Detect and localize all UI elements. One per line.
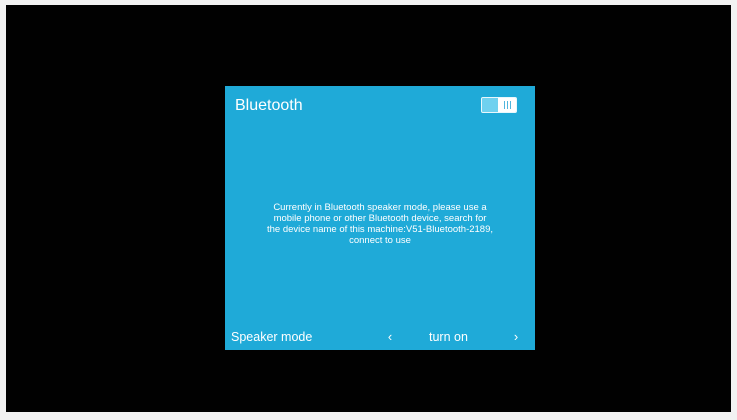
mode-value[interactable]: turn on [429,329,468,345]
bluetooth-dialog: Bluetooth Currently in Bluetooth speaker… [225,86,535,350]
mode-label: Speaker mode [231,330,313,344]
chevron-left-icon[interactable]: ‹ [383,329,397,345]
toggle-track [482,98,498,112]
toggle-knob [498,98,516,112]
message-line: the device name of this machine:V51-Blue… [266,224,494,235]
toggle-grip-line [503,101,505,109]
chevron-right-icon[interactable]: › [509,329,523,345]
mode-selector-row: Speaker mode ‹ turn on › [225,329,535,345]
message-line: mobile phone or other Bluetooth device, … [273,213,487,224]
message-line: connect to use [349,235,411,246]
toggle-grip-line [509,101,511,109]
dialog-title: Bluetooth [235,97,303,114]
screen: Bluetooth Currently in Bluetooth speaker… [6,5,731,412]
toggle-grip-line [506,101,508,109]
bluetooth-message: Currently in Bluetooth speaker mode, ple… [241,202,519,246]
message-line: Currently in Bluetooth speaker mode, ple… [273,202,487,213]
bluetooth-toggle[interactable] [481,97,517,113]
